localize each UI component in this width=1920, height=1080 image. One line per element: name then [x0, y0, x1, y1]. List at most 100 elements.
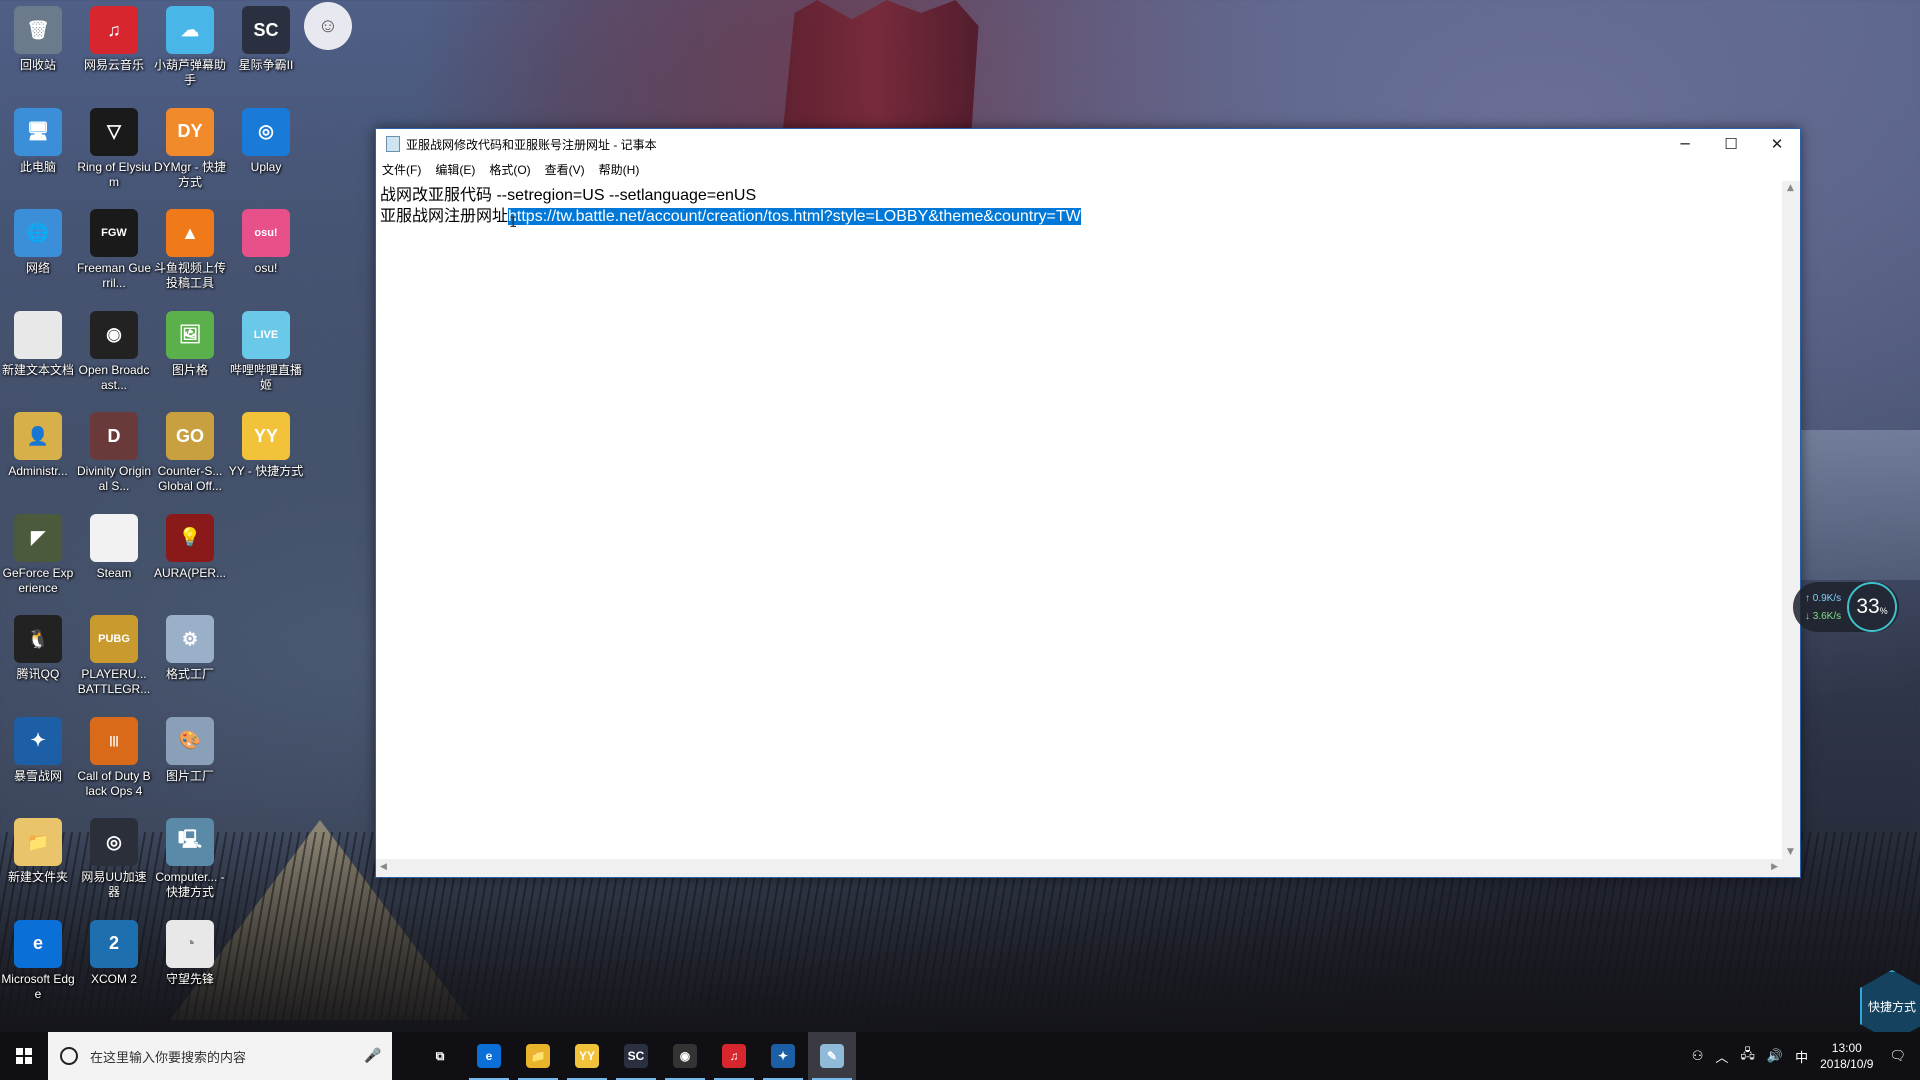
- show-hidden-icons-icon[interactable]: ︿: [1715, 1047, 1728, 1066]
- menu-help[interactable]: 帮助(H): [599, 161, 640, 178]
- desktop-icon[interactable]: 🖼 图片格: [152, 310, 228, 378]
- desktop-icon[interactable]: GO Counter-S... Global Off...: [152, 412, 228, 494]
- desktop-icon[interactable]: 📁 新建文件夹: [0, 818, 76, 885]
- scroll-right-icon[interactable]: ▶: [1771, 862, 1778, 872]
- clock[interactable]: 13:00 2018/10/9: [1820, 1040, 1873, 1072]
- menu-edit[interactable]: 编辑(E): [435, 161, 475, 178]
- text-editor[interactable]: 战网改亚服代码 --setregion=US --setlanguage=enU…: [376, 181, 1782, 859]
- network-icon[interactable]: 🖧: [1740, 1045, 1755, 1067]
- taskbar-netease-music-button[interactable]: ♫: [710, 1032, 758, 1080]
- taskbar-notepad-button[interactable]: ✎: [808, 1032, 856, 1080]
- menu-file[interactable]: 文件(F): [382, 161, 421, 178]
- desktop-icon[interactable]: ▽ Ring of Elysium: [76, 107, 152, 190]
- volume-icon[interactable]: 🔊: [1767, 1048, 1783, 1064]
- desktop-icon-label: 暴雪战网: [13, 768, 62, 783]
- menu-view[interactable]: 查看(V): [545, 161, 585, 178]
- taskbar-task-view-button[interactable]: ⧉: [416, 1032, 464, 1080]
- desktop-icon[interactable]: 🖥 此电脑: [0, 107, 76, 175]
- desktop-icon[interactable]: ◎ Uplay: [228, 107, 304, 175]
- net-speeds: ↑ 0.9K/s ↓ 3.6K/s: [1805, 590, 1841, 626]
- close-button[interactable]: ✕: [1754, 129, 1800, 159]
- system-tray: ⚇ ︿ 🖧 🔊 中 13:00 2018/10/9 🗨: [1686, 1032, 1920, 1080]
- task-view-icon: ⧉: [435, 1048, 445, 1063]
- desktop-icon[interactable]: 🖳 Computer... - 快捷方式: [152, 818, 228, 900]
- edge-icon: e: [477, 1044, 501, 1068]
- desktop-icon-label: 守望先锋: [165, 971, 214, 986]
- usage-percent-unit: %: [1879, 606, 1888, 616]
- desktop-icon[interactable]: YY YY - 快捷方式: [228, 412, 304, 479]
- app-icon: ☁: [166, 6, 214, 54]
- scroll-down-icon[interactable]: ▼: [1787, 847, 1794, 857]
- desktop-icon[interactable]: FGW Freeman Guerril...: [76, 209, 152, 291]
- desktop-icon[interactable]: 🗑 回收站: [0, 6, 76, 73]
- taskbar-edge-button[interactable]: e: [465, 1032, 513, 1080]
- app-icon: SC: [242, 6, 290, 54]
- desktop-icon[interactable]: 💡 AURA(PER...: [152, 513, 228, 581]
- scroll-left-icon[interactable]: ◀: [380, 862, 387, 872]
- app-icon: GO: [166, 412, 214, 460]
- desktop-icon[interactable]: 🎨 图片工厂: [152, 716, 228, 784]
- taskbar: 在这里输入你要搜索的内容 🎤 ⧉ e 📁 YY SC ◉ ♫ ✦ ✎ ⚇ ︿ 🖧 🔊 中 13:…: [0, 1032, 1920, 1080]
- wallpaper-tower: [783, 0, 979, 130]
- desktop-icon[interactable]: ◤ GeForce Experience: [0, 513, 76, 596]
- file-explorer-icon: 📁: [526, 1044, 550, 1068]
- scroll-up-icon[interactable]: ▲: [1787, 183, 1794, 193]
- taskbar-yy-button[interactable]: YY: [563, 1032, 611, 1080]
- desktop-icon[interactable]: osu! osu!: [228, 209, 304, 276]
- desktop-icon[interactable]: 新建文本文档: [0, 310, 76, 378]
- desktop-icon[interactable]: D Divinity Original S...: [76, 412, 152, 494]
- selected-url-text[interactable]: https://tw.battle.net/account/creation/t…: [508, 208, 1081, 225]
- microphone-icon[interactable]: 🎤: [364, 1048, 381, 1064]
- desktop-icon[interactable]: 🌐 网络: [0, 209, 76, 276]
- desktop-icon[interactable]: e Microsoft Edge: [0, 919, 76, 1002]
- taskbar-starcraft-button[interactable]: SC: [612, 1032, 660, 1080]
- desktop-icon-label: Administr...: [8, 464, 68, 478]
- taskbar-battle-net-button[interactable]: ✦: [759, 1032, 807, 1080]
- desktop-icon[interactable]: ◔ 守望先锋: [152, 919, 228, 987]
- desktop-icon-label: osu!: [254, 261, 278, 275]
- notepad-window[interactable]: 亚服战网修改代码和亚服账号注册网址 - 记事本 ─ ☐ ✕ 文件(F) 编辑(E…: [375, 128, 1801, 878]
- network-speed-widget[interactable]: ↑ 0.9K/s ↓ 3.6K/s 33%: [1793, 582, 1899, 632]
- people-icon[interactable]: ⚇: [1692, 1048, 1704, 1064]
- taskbar-search-box[interactable]: 在这里输入你要搜索的内容 🎤: [48, 1032, 392, 1080]
- desktop-icon-label: Divinity Original S...: [76, 464, 151, 493]
- desktop-icon[interactable]: ♫ 网易云音乐: [76, 6, 152, 73]
- app-icon: |||: [90, 716, 138, 765]
- desktop-icon[interactable]: ⚙ 格式工厂: [152, 615, 228, 682]
- desktop-icon[interactable]: ||| Call of Duty Black Ops 4: [76, 716, 152, 799]
- desktop-icon[interactable]: 🐧 腾讯QQ: [0, 615, 76, 682]
- desktop-icon[interactable]: Steam: [76, 513, 152, 581]
- menu-format[interactable]: 格式(O): [489, 161, 530, 178]
- start-button[interactable]: [0, 1032, 48, 1080]
- desktop-icon-label: XCOM 2: [90, 971, 137, 986]
- desktop-icon-label: Steam: [96, 565, 132, 580]
- desktop-icon[interactable]: ◉ Open Broadcast...: [76, 310, 152, 393]
- desktop-icon[interactable]: 👤 Administr...: [0, 412, 76, 479]
- taskbar-file-explorer-button[interactable]: 📁: [514, 1032, 562, 1080]
- ibeam-cursor-icon: I: [509, 215, 518, 231]
- desktop-icon[interactable]: ☁ 小葫芦弹幕助手: [152, 6, 228, 88]
- horizontal-scrollbar[interactable]: ◀ ▶: [376, 859, 1782, 877]
- download-speed: ↓ 3.6K/s: [1805, 611, 1842, 622]
- desktop-icon-label: 斗鱼视频上传投稿工具: [153, 261, 226, 290]
- desktop-icon[interactable]: ◎ 网易UU加速器: [76, 818, 152, 900]
- app-icon: e: [14, 919, 62, 968]
- desktop-icon[interactable]: ✦ 暴雪战网: [0, 716, 76, 784]
- taskbar-obs-button[interactable]: ◉: [661, 1032, 709, 1080]
- title-bar[interactable]: 亚服战网修改代码和亚服账号注册网址 - 记事本 ─ ☐ ✕: [376, 129, 1800, 159]
- input-method-indicator[interactable]: 中: [1795, 1047, 1808, 1066]
- notification-center-icon[interactable]: 🗨: [1889, 1048, 1906, 1064]
- desktop-icon[interactable]: 2 XCOM 2: [76, 919, 152, 987]
- battle-net-icon: ✦: [771, 1044, 795, 1068]
- maximize-button[interactable]: ☐: [1708, 129, 1754, 159]
- desktop-icon[interactable]: LIVE 哔哩哔哩直播姬: [228, 310, 304, 393]
- desktop-icon[interactable]: PUBG PLAYERU... BATTLEGR...: [76, 615, 152, 697]
- vertical-scrollbar[interactable]: ▲ ▼: [1782, 181, 1800, 859]
- resize-grip[interactable]: [1782, 859, 1800, 877]
- netease-music-icon: ♫: [722, 1044, 746, 1068]
- desktop-icon[interactable]: DY DYMgr - 快捷方式: [152, 107, 228, 190]
- desktop-icon[interactable]: SC 星际争霸II: [228, 6, 304, 73]
- desktop-icon-label: 格式工厂: [165, 667, 214, 681]
- desktop-icon[interactable]: ▲ 斗鱼视频上传投稿工具: [152, 209, 228, 291]
- minimize-button[interactable]: ─: [1662, 129, 1708, 159]
